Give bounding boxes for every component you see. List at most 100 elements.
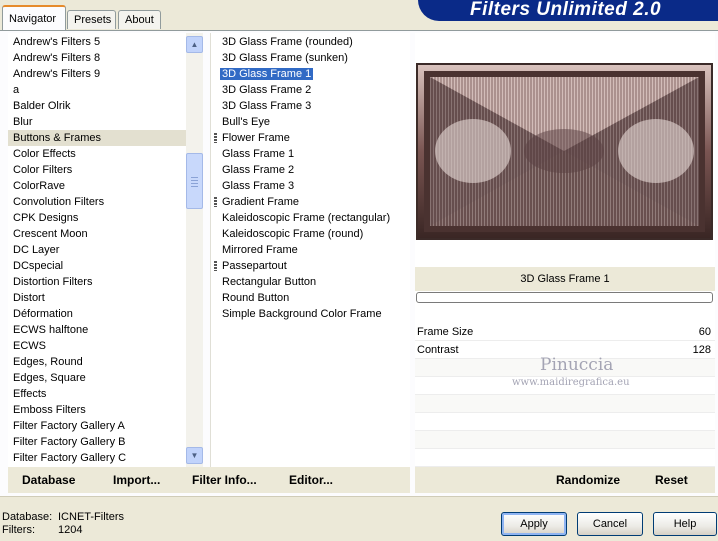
category-item[interactable]: Color Filters (8, 162, 186, 178)
filter-item[interactable]: 3D Glass Frame (rounded) (211, 34, 410, 50)
param-value: 60 (698, 326, 711, 338)
tab-navigator[interactable]: Navigator (2, 5, 66, 30)
scroll-down-icon[interactable]: ▼ (186, 447, 203, 464)
filter-item-label: Glass Frame 1 (222, 148, 295, 160)
left-button-bar: Database Import... Filter Info... Editor… (8, 467, 410, 493)
filter-list[interactable]: 3D Glass Frame (rounded) 3D Glass Frame (… (210, 33, 410, 467)
folder-marker-icon (214, 261, 217, 271)
parameter-list: Frame Size 60 Contrast 128 (415, 323, 715, 467)
filter-item[interactable]: Round Button (211, 290, 410, 306)
filter-item-label: Passepartout (222, 260, 287, 272)
reset-button[interactable]: Reset (655, 473, 688, 487)
category-item[interactable]: Filter Factory Gallery B (8, 434, 186, 450)
filter-item[interactable]: Glass Frame 1 (211, 146, 410, 162)
filters-count: 1204 (58, 524, 83, 536)
filter-info-button[interactable]: Filter Info... (192, 473, 257, 487)
filter-item[interactable]: Rectangular Button (211, 274, 410, 290)
filter-item-label: 3D Glass Frame 3 (222, 100, 312, 112)
filter-item-label: 3D Glass Frame 2 (222, 84, 312, 96)
filter-item-label: Flower Frame (222, 132, 290, 144)
progress-bar (416, 292, 713, 303)
folder-marker-icon (214, 197, 217, 207)
editor-button[interactable]: Editor... (289, 473, 333, 487)
cancel-button[interactable]: Cancel (577, 512, 643, 536)
category-item[interactable]: Crescent Moon (8, 226, 186, 242)
filter-item-label: 3D Glass Frame (sunken) (222, 52, 348, 64)
filters-label: Filters: (2, 524, 35, 536)
randomize-button[interactable]: Randomize (556, 473, 620, 487)
help-button[interactable]: Help (653, 512, 717, 536)
category-item[interactable]: Distort (8, 290, 186, 306)
category-item[interactable]: Blur (8, 114, 186, 130)
param-value: 128 (692, 344, 711, 356)
category-item[interactable]: Effects (8, 386, 186, 402)
filter-item[interactable]: Kaleidoscopic Frame (round) (211, 226, 410, 242)
filter-item[interactable]: Gradient Frame (211, 194, 410, 210)
filter-item-label: Kaleidoscopic Frame (round) (222, 228, 364, 240)
filter-item-label: 3D Glass Frame 1 (220, 68, 314, 80)
category-item[interactable]: Convolution Filters (8, 194, 186, 210)
filter-item-label: 3D Glass Frame (rounded) (222, 36, 353, 48)
category-item[interactable]: Color Effects (8, 146, 186, 162)
param-empty-row (415, 395, 715, 413)
apply-button[interactable]: Apply (501, 512, 567, 536)
import-button[interactable]: Import... (113, 473, 160, 487)
filter-item[interactable]: 3D Glass Frame 2 (211, 82, 410, 98)
category-item[interactable]: DCspecial (8, 258, 186, 274)
watermark-title: Pinuccia (540, 355, 614, 375)
status-bar: Database: ICNET-Filters Filters: 1204 Appl… (0, 496, 718, 541)
category-item[interactable]: Déformation (8, 306, 186, 322)
filter-item[interactable]: Glass Frame 2 (211, 162, 410, 178)
tab-presets[interactable]: Presets (67, 10, 116, 29)
scroll-thumb[interactable] (186, 153, 203, 209)
category-item[interactable]: Buttons & Frames (8, 130, 186, 146)
filter-item[interactable]: Glass Frame 3 (211, 178, 410, 194)
tab-label: Navigator (9, 13, 57, 25)
filter-item-label: Glass Frame 2 (222, 164, 295, 176)
category-item[interactable]: Edges, Round (8, 354, 186, 370)
category-item[interactable]: Filter Factory Gallery C (8, 450, 186, 466)
filter-item-label: Glass Frame 3 (222, 180, 295, 192)
database-button[interactable]: Database (22, 473, 75, 487)
preview-area: 3D Glass Frame 1 Frame Size 60 Contrast … (415, 33, 715, 467)
category-item[interactable]: Emboss Filters (8, 402, 186, 418)
category-item[interactable]: Edges, Square (8, 370, 186, 386)
category-item[interactable]: ECWS halftone (8, 322, 186, 338)
filter-item[interactable]: Mirrored Frame (211, 242, 410, 258)
tab-about[interactable]: About (118, 10, 161, 29)
filter-item[interactable]: 3D Glass Frame 3 (211, 98, 410, 114)
category-item[interactable]: Andrew's Filters 9 (8, 66, 186, 82)
filter-item[interactable]: Kaleidoscopic Frame (rectangular) (211, 210, 410, 226)
category-item[interactable]: ECWS (8, 338, 186, 354)
param-empty-row (415, 449, 715, 467)
filter-item-label: Simple Background Color Frame (222, 308, 382, 320)
category-item[interactable]: Distortion Filters (8, 274, 186, 290)
filter-item[interactable]: 3D Glass Frame 1 (211, 66, 410, 82)
watermark-url: www.maidiregrafica.eu (512, 377, 630, 388)
right-button-bar: Randomize Reset (415, 467, 715, 493)
filter-item-label: Gradient Frame (222, 196, 300, 208)
filter-item-label: Kaleidoscopic Frame (rectangular) (222, 212, 391, 224)
category-item[interactable]: ColorRave (8, 178, 186, 194)
category-item[interactable]: CPK Designs (8, 210, 186, 226)
category-item[interactable]: a (8, 82, 186, 98)
param-label: Frame Size (417, 326, 474, 338)
category-item[interactable]: Andrew's Filters 8 (8, 50, 186, 66)
filter-item[interactable]: Simple Background Color Frame (211, 306, 410, 322)
scroll-up-icon[interactable]: ▲ (186, 36, 203, 53)
filter-item-label: Rectangular Button (222, 276, 317, 288)
category-item[interactable]: Andrew's Filters 5 (8, 34, 186, 50)
filter-item[interactable]: Bull's Eye (211, 114, 410, 130)
category-item[interactable]: Filter Factory Gallery A (8, 418, 186, 434)
filter-item[interactable]: Flower Frame (211, 130, 410, 146)
category-list[interactable]: Andrew's Filters 5 Andrew's Filters 8 Andr… (8, 33, 186, 467)
category-item[interactable]: Balder Olrik (8, 98, 186, 114)
selected-filter-name: 3D Glass Frame 1 (415, 267, 715, 291)
database-info: Database: ICNET-Filters Filters: 1204 (2, 511, 124, 537)
filter-item[interactable]: 3D Glass Frame (sunken) (211, 50, 410, 66)
param-frame-size[interactable]: Frame Size 60 (415, 323, 715, 341)
category-scrollbar[interactable]: ▲ ▼ (186, 33, 203, 467)
category-item[interactable]: DC Layer (8, 242, 186, 258)
filter-item[interactable]: Passepartout (211, 258, 410, 274)
database-label: Database: (2, 511, 53, 523)
